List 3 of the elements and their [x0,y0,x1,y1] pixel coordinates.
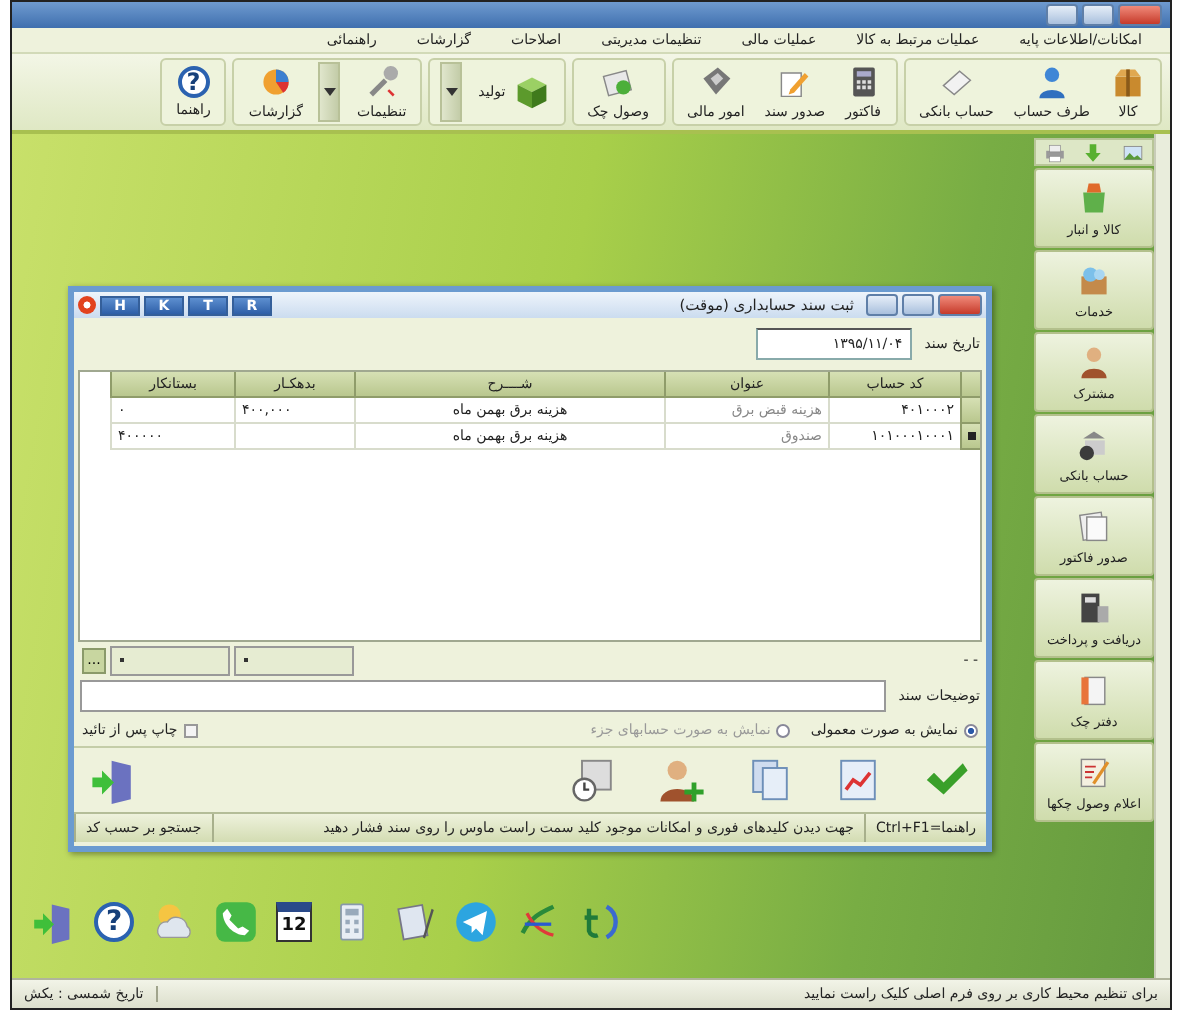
calendar-icon[interactable]: 12 [276,902,312,942]
help-icon: ? [177,66,210,98]
help-icon[interactable]: ? [94,902,134,942]
